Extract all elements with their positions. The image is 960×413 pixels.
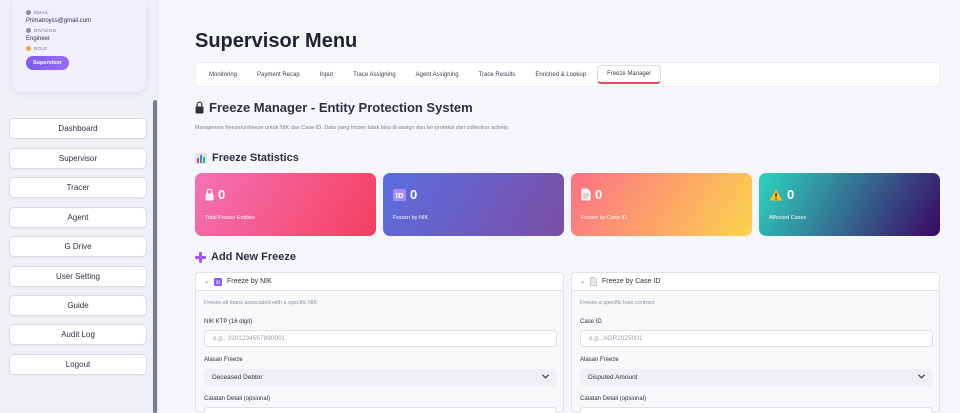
user-division: Engineer (26, 36, 51, 42)
nik-panel-description: Freeze all loans associated with a speci… (204, 300, 318, 306)
tab-trace-assigning[interactable]: Trace Assigning (344, 67, 404, 83)
tab-trace-results[interactable]: Trace Results (470, 67, 525, 83)
stat-card-frozen-case: 0 Frozen by Case ID (571, 173, 752, 236)
tab-bar: Monitoring Payment Recap Input Trace Ass… (195, 62, 940, 87)
nav-tracer-button[interactable]: Tracer (9, 177, 147, 198)
id-icon: ID (393, 188, 406, 201)
sidebar-scrollbar[interactable] (153, 100, 157, 413)
freeze-by-nik-header[interactable]: ⌄ ID Freeze by NIK (196, 273, 563, 291)
document-icon (581, 188, 591, 201)
stat-value: 0 (410, 187, 418, 202)
stat-card-affected-cases: 0 Affected Cases (759, 173, 940, 236)
stat-value: 0 (218, 187, 226, 202)
id-icon: ID (214, 277, 223, 286)
add-new-freeze-heading: Add New Freeze (195, 251, 296, 263)
nik-input[interactable]: e.g., 3201234567890001 (204, 330, 557, 347)
nik-field-label: NIK KTP (16 digit) (204, 319, 253, 325)
tab-monitoring[interactable]: Monitoring (200, 67, 246, 83)
freeze-description: Manajemen freeze/unfreeze untuk NIK dan … (195, 125, 509, 131)
case-reason-label: Alasan Freeze (580, 357, 619, 363)
stat-label: Total Frozen Entities (205, 215, 255, 221)
division-icon (26, 28, 31, 33)
chevron-down-icon: ⌄ (204, 279, 210, 285)
stat-label: Frozen by Case ID (581, 215, 627, 221)
user-email: Primatroyss@gmail.com (26, 18, 92, 24)
email-icon (26, 10, 31, 15)
case-field-label: Case ID (580, 319, 602, 325)
stat-card-frozen-nik: ID 0 Frozen by NIK (383, 173, 564, 236)
nik-reason-label: Alasan Freeze (204, 357, 243, 363)
warning-icon (769, 189, 783, 201)
sidebar: EMAIL Primatroyss@gmail.com DIVISION Eng… (0, 0, 158, 413)
chevron-down-icon (918, 374, 925, 381)
lock-icon (205, 188, 214, 201)
tab-input[interactable]: Input (311, 67, 342, 83)
lock-icon (195, 101, 204, 114)
freeze-manager-heading: Freeze Manager - Entity Protection Syste… (195, 100, 473, 115)
nav-logout-button[interactable]: Logout (9, 354, 147, 375)
chevron-down-icon (542, 374, 549, 381)
case-reason-select[interactable]: Disputed Amount (580, 369, 933, 386)
page-title: Supervisor Menu (195, 30, 358, 52)
nav-user-setting-button[interactable]: User Setting (9, 266, 147, 287)
svg-text:ID: ID (216, 280, 221, 286)
case-detail-textarea[interactable] (580, 407, 933, 413)
stat-label: Affected Cases (769, 215, 807, 221)
nik-detail-label: Catatan Detail (opsional) (204, 396, 271, 402)
division-label: DIVISION (26, 28, 132, 33)
tab-payment-recap[interactable]: Payment Recap (248, 67, 309, 83)
stat-value: 0 (787, 187, 795, 202)
freeze-by-nik-panel: ⌄ ID Freeze by NIK Freeze all loans asso… (195, 272, 564, 413)
bar-chart-icon (195, 152, 207, 164)
tab-freeze-manager[interactable]: Freeze Manager (597, 65, 662, 84)
nav-agent-button[interactable]: Agent (9, 207, 147, 228)
tab-agent-assigning[interactable]: Agent Assigning (407, 67, 468, 83)
tab-enriched-lookup[interactable]: Enriched & Lookup (526, 67, 595, 83)
freeze-by-case-panel: ⌄ Freeze by Case ID Freeze a specific lo… (571, 272, 940, 413)
nav-guide-button[interactable]: Guide (9, 295, 147, 316)
nav-gdrive-button[interactable]: G Drive (9, 236, 147, 257)
nav-dashboard-button[interactable]: Dashboard (9, 118, 147, 139)
nav-audit-log-button[interactable]: Audit Log (9, 324, 147, 345)
role-label: ROLE (26, 46, 132, 51)
main-content: Supervisor Menu Monitoring Payment Recap… (158, 0, 960, 413)
freeze-statistics-heading: Freeze Statistics (195, 152, 299, 164)
nik-reason-select[interactable]: Deceased Debtor (204, 369, 557, 386)
case-id-input[interactable]: e.g., AGR2025001 (580, 330, 933, 347)
user-card: EMAIL Primatroyss@gmail.com DIVISION Eng… (12, 0, 146, 92)
nav-supervisor-button[interactable]: Supervisor (9, 148, 147, 169)
role-badge: Supervisor (26, 56, 69, 70)
case-detail-label: Catatan Detail (opsional) (580, 396, 647, 402)
stat-value: 0 (595, 187, 603, 202)
email-label: EMAIL (26, 10, 132, 15)
chevron-down-icon: ⌄ (580, 279, 586, 285)
svg-text:ID: ID (395, 192, 404, 200)
nik-detail-textarea[interactable] (204, 407, 557, 413)
role-icon (26, 46, 31, 51)
freeze-by-case-header[interactable]: ⌄ Freeze by Case ID (572, 273, 939, 291)
document-icon (590, 277, 597, 286)
stat-card-total-frozen: 0 Total Frozen Entities (195, 173, 376, 236)
stat-label: Frozen by NIK (393, 215, 429, 221)
plus-icon (195, 251, 206, 263)
case-panel-description: Freeze a specific loan contract (580, 300, 655, 306)
